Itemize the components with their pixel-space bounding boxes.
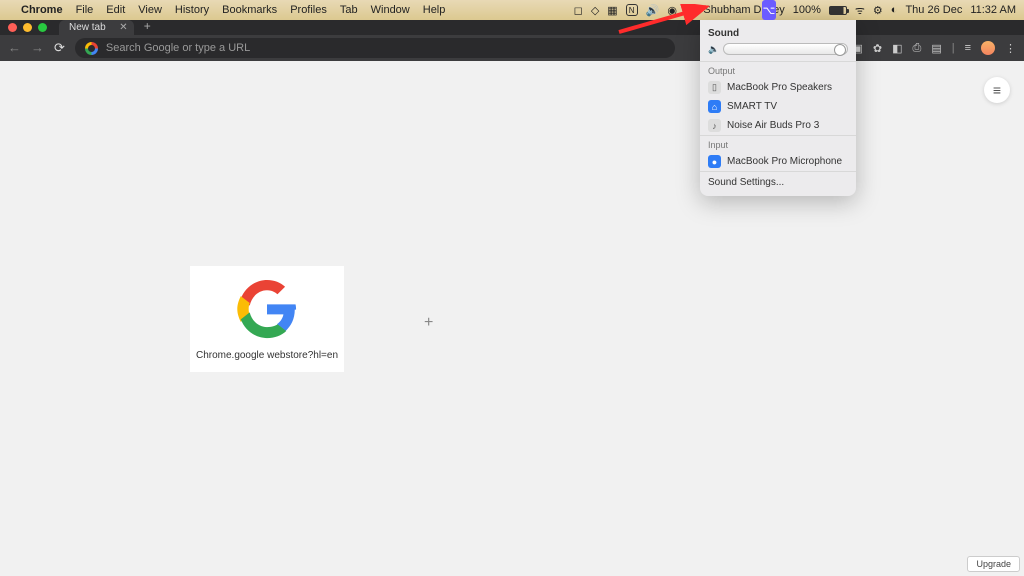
menubar-icon[interactable]: ◇ [591, 4, 599, 17]
menu-view[interactable]: View [138, 4, 162, 16]
extension-icon[interactable]: ◧ [892, 42, 902, 55]
menu-tab[interactable]: Tab [340, 4, 358, 16]
device-label: MacBook Pro Microphone [727, 156, 842, 167]
window-close[interactable] [8, 23, 17, 32]
window-zoom[interactable] [38, 23, 47, 32]
customize-button[interactable]: ≡ [984, 77, 1010, 103]
google-logo-icon [236, 278, 298, 340]
volume-low-icon: 🔈 [708, 44, 719, 55]
extension-icon[interactable]: ⎙ [913, 42, 922, 55]
wifi-icon[interactable]: ᯤ [855, 3, 865, 18]
output-device[interactable]: ♪ Noise Air Buds Pro 3 [700, 116, 856, 135]
app-name[interactable]: Chrome [21, 4, 63, 16]
sound-menu: Sound 🔈 Output ▯ MacBook Pro Speakers ⌂ SM… [700, 20, 856, 196]
headphones-icon: ♪ [708, 119, 721, 132]
menu-help[interactable]: Help [423, 4, 446, 16]
volume-icon[interactable]: 🔊 [646, 4, 660, 17]
menubar-icon[interactable]: ⚙ [873, 4, 883, 17]
time[interactable]: 11:32 AM [970, 4, 1016, 16]
menu-history[interactable]: History [175, 4, 209, 16]
battery-percent: 100% [793, 4, 821, 16]
back-icon[interactable]: ← [8, 40, 21, 56]
menu-profiles[interactable]: Profiles [290, 4, 327, 16]
new-tab-button[interactable]: + [144, 19, 151, 33]
menu-window[interactable]: Window [371, 4, 410, 16]
menu-file[interactable]: File [76, 4, 94, 16]
input-section-label: Input [700, 135, 856, 152]
tab-title: New tab [69, 22, 106, 33]
menubar-icon[interactable]: ◻ [574, 4, 583, 17]
reload-icon[interactable]: ⟳ [54, 40, 65, 56]
volume-slider[interactable] [723, 43, 848, 55]
add-shortcut-button[interactable]: + [424, 314, 433, 332]
shortcut-tile[interactable]: Chrome.google webstore?hl=en [190, 266, 344, 372]
menu-bookmarks[interactable]: Bookmarks [222, 4, 277, 16]
input-device[interactable]: ● MacBook Pro Microphone [700, 152, 856, 171]
control-center-icon[interactable]: ⌥ [762, 0, 776, 20]
macos-menubar: Chrome File Edit View History Bookmarks … [0, 0, 1024, 20]
omnibox-placeholder: Search Google or type a URL [106, 42, 250, 54]
device-label: Noise Air Buds Pro 3 [727, 120, 819, 131]
menubar-icon[interactable]: ▦ [607, 4, 617, 17]
profile-avatar[interactable] [981, 41, 995, 55]
extension-icon[interactable]: ≡ [965, 42, 971, 54]
upgrade-button[interactable]: Upgrade [967, 556, 1020, 572]
menu-edit[interactable]: Edit [106, 4, 125, 16]
record-icon[interactable]: ◉ [667, 4, 677, 17]
chrome-tabstrip: New tab ✕ + [0, 20, 1024, 35]
browser-tab[interactable]: New tab ✕ [59, 20, 134, 35]
close-tab-icon[interactable]: ✕ [119, 22, 127, 33]
speaker-icon: ▯ [708, 81, 721, 94]
chrome-menu-icon[interactable]: ⋮ [1005, 42, 1016, 55]
microphone-icon: ● [708, 155, 721, 168]
new-tab-page: Chrome.google webstore?hl=en + ≡ Upgrade [0, 61, 1024, 576]
address-bar[interactable]: Search Google or type a URL [75, 38, 675, 58]
menubar-icon[interactable]: ◐ [891, 4, 898, 16]
extension-icon[interactable]: | [952, 42, 955, 54]
output-section-label: Output [700, 61, 856, 78]
output-device[interactable]: ⌂ SMART TV [700, 97, 856, 116]
chrome-toolbar: ← → ⟳ Search Google or type a URL ▣ ✿ ◧ … [0, 35, 1024, 61]
window-minimize[interactable] [23, 23, 32, 32]
google-icon [85, 42, 98, 55]
date[interactable]: Thu 26 Dec [905, 4, 962, 16]
notion-icon[interactable]: N [626, 4, 638, 16]
sound-settings-link[interactable]: Sound Settings... [700, 171, 856, 190]
sound-title: Sound [700, 26, 856, 43]
battery-icon[interactable] [829, 6, 847, 15]
tv-icon: ⌂ [708, 100, 721, 113]
device-label: SMART TV [727, 101, 777, 112]
device-label: MacBook Pro Speakers [727, 82, 832, 93]
screen-icon[interactable]: ▢ [685, 4, 695, 17]
extension-icon[interactable]: ✿ [873, 42, 882, 55]
forward-icon: → [31, 40, 44, 56]
shortcut-label: Chrome.google webstore?hl=en [196, 350, 338, 361]
output-device[interactable]: ▯ MacBook Pro Speakers [700, 78, 856, 97]
extension-icon[interactable]: ▤ [931, 42, 941, 55]
